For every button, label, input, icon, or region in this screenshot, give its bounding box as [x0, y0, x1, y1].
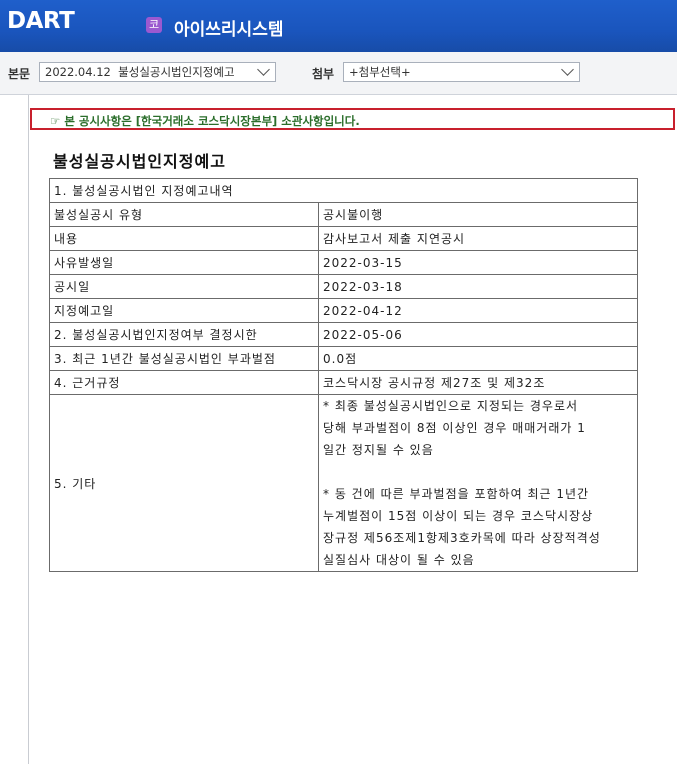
etc-blank	[323, 461, 633, 483]
company-name: 아이쓰리시스템	[174, 20, 284, 40]
row-value: 공시불이행	[318, 202, 638, 227]
etc-line: 누계벌점이 15점 이상이 되는 경우 코스닥시장상	[323, 509, 594, 523]
row-label: 4. 근거규정	[49, 370, 319, 395]
jurisdiction-notice: ☞ 본 공시사항은 [한국거래소 코스닥시장본부] 소관사항입니다.	[30, 108, 675, 130]
dart-logo[interactable]: DART	[7, 8, 75, 34]
table-row: 내용 감사보고서 제출 지연공시	[49, 226, 638, 251]
body-label: 본문	[8, 67, 31, 81]
table-row: 2. 불성실공시법인지정여부 결정시한 2022-05-06	[49, 322, 638, 347]
body-select[interactable]: 2022.04.12 불성실공시법인지정예고	[39, 62, 276, 82]
row-value: 2022-04-12	[318, 298, 638, 323]
document-toolbar: 본문 2022.04.12 불성실공시법인지정예고 첨부 +첨부선택+	[0, 52, 677, 95]
row-label: 불성실공시 유형	[49, 202, 319, 227]
etc-line: * 동 건에 따른 부과벌점을 포함하여 최근 1년간	[323, 487, 590, 501]
row-label: 사유발생일	[49, 250, 319, 275]
row-value: 코스닥시장 공시규정 제27조 및 제32조	[318, 370, 638, 395]
content-frame-border	[28, 95, 29, 764]
section-heading: 1. 불성실공시법인 지정예고내역	[49, 178, 638, 203]
document-title: 불성실공시법인지정예고	[53, 152, 226, 171]
row-label: 2. 불성실공시법인지정여부 결정시한	[49, 322, 319, 347]
table-row: 4. 근거규정 코스닥시장 공시규정 제27조 및 제32조	[49, 370, 638, 395]
header-bar: DART 코 아이쓰리시스템	[0, 0, 677, 52]
etc-line: 실질심사 대상이 될 수 있음	[323, 553, 475, 567]
row-value: 2022-03-18	[318, 274, 638, 299]
row-label: 지정예고일	[49, 298, 319, 323]
table-row: 3. 최근 1년간 불성실공시법인 부과벌점 0.0점	[49, 346, 638, 371]
attach-select[interactable]: +첨부선택+	[343, 62, 580, 82]
row-label: 공시일	[49, 274, 319, 299]
chevron-down-icon	[561, 63, 574, 76]
table-row: 공시일 2022-03-18	[49, 274, 638, 299]
table-row: 1. 불성실공시법인 지정예고내역	[49, 178, 638, 203]
etc-line: 당해 부과벌점이 8점 이상인 경우 매매거래가 1	[323, 421, 586, 435]
table-row: 지정예고일 2022-04-12	[49, 298, 638, 323]
table-row: 불성실공시 유형 공시불이행	[49, 202, 638, 227]
table-row: 사유발생일 2022-03-15	[49, 250, 638, 275]
row-value: 감사보고서 제출 지연공시	[318, 226, 638, 251]
logo-text: DART	[7, 8, 75, 34]
etc-value: * 최종 불성실공시법인으로 지정되는 경우로서 당해 부과벌점이 8점 이상인…	[318, 394, 638, 572]
chevron-down-icon	[257, 63, 270, 76]
attach-select-value: +첨부선택+	[349, 65, 411, 79]
kosdaq-badge: 코	[146, 17, 162, 33]
row-label: 3. 최근 1년간 불성실공시법인 부과벌점	[49, 346, 319, 371]
attach-label: 첨부	[312, 67, 335, 81]
row-value: 2022-05-06	[318, 322, 638, 347]
row-label: 내용	[49, 226, 319, 251]
etc-line: 일간 정지될 수 있음	[323, 443, 434, 457]
notice-text: ☞ 본 공시사항은 [한국거래소 코스닥시장본부] 소관사항입니다.	[50, 114, 360, 128]
body-select-value: 2022.04.12 불성실공시법인지정예고	[45, 65, 235, 79]
row-value: 0.0점	[318, 346, 638, 371]
etc-line: 장규정 제56조제1항제3호카목에 따라 상장적격성	[323, 531, 601, 545]
etc-line: * 최종 불성실공시법인으로 지정되는 경우로서	[323, 399, 579, 413]
disclosure-table: 1. 불성실공시법인 지정예고내역 불성실공시 유형 공시불이행 내용 감사보고…	[49, 178, 638, 572]
row-value: 2022-03-15	[318, 250, 638, 275]
table-row: 5. 기타 * 최종 불성실공시법인으로 지정되는 경우로서 당해 부과벌점이 …	[49, 394, 638, 572]
row-label: 5. 기타	[49, 394, 319, 572]
